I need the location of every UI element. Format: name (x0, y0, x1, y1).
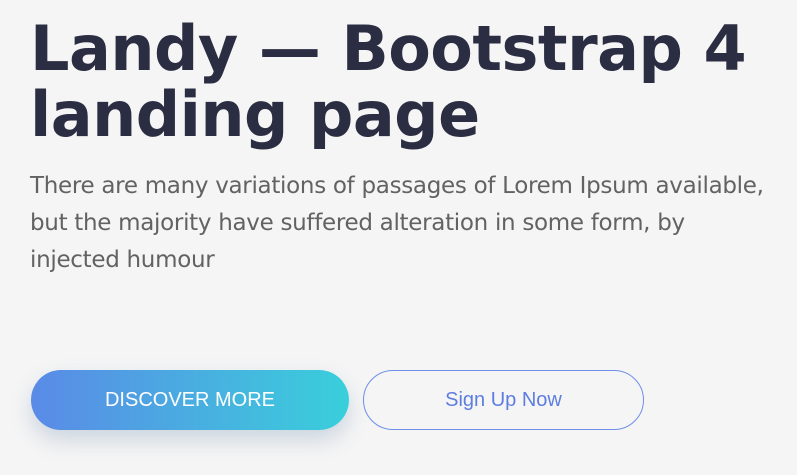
hero-description: There are many variations of passages of… (30, 173, 764, 273)
discover-more-button[interactable]: DISCOVER MORE (31, 370, 349, 430)
sign-up-now-button[interactable]: Sign Up Now (363, 370, 644, 430)
hero-section: Landy — Bootstrap 4 landing page There a… (30, 16, 790, 279)
hero-actions: DISCOVER MORE Sign Up Now (31, 370, 644, 430)
hero-title: Landy — Bootstrap 4 landing page (30, 12, 747, 151)
